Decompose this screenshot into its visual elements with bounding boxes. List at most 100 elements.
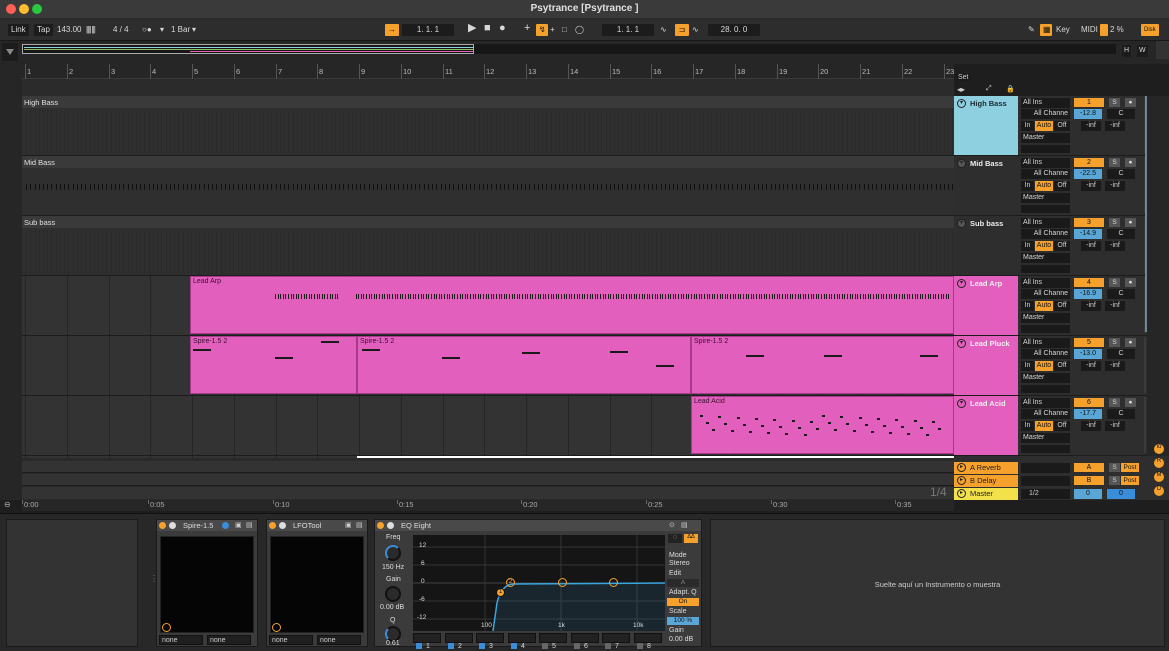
monitor-off-button[interactable]: Off bbox=[1054, 181, 1070, 191]
input-channel-select[interactable]: All Channe bbox=[1021, 289, 1070, 299]
capture-icon[interactable]: □ bbox=[562, 24, 567, 36]
input-type-select[interactable]: All Ins bbox=[1021, 398, 1070, 408]
solo-button[interactable]: S bbox=[1109, 278, 1120, 287]
input-type-select[interactable]: All Ins bbox=[1021, 338, 1070, 348]
solo-button[interactable]: S bbox=[1109, 158, 1120, 167]
fold-arrow-icon[interactable]: ▾ bbox=[957, 279, 966, 288]
clip-spire-1[interactable]: Spire-1.5 2 bbox=[190, 336, 357, 394]
monitor-auto-button[interactable]: Auto bbox=[1035, 361, 1053, 371]
scrollbar[interactable] bbox=[1156, 41, 1169, 59]
clip-lead-arp[interactable]: Lead Arp bbox=[190, 276, 954, 334]
stop-icon[interactable]: ■ bbox=[484, 22, 491, 34]
loop-brace-strip[interactable] bbox=[22, 79, 954, 96]
monitor-off-button[interactable]: Off bbox=[1054, 361, 1070, 371]
output-select[interactable]: Master bbox=[1021, 313, 1070, 323]
overview-strip[interactable] bbox=[22, 44, 1116, 54]
device-lfotool[interactable]: LFOTool ▣ ▤ none none bbox=[266, 519, 368, 647]
master-volume[interactable]: 0 bbox=[1074, 489, 1102, 499]
device-eq-eight[interactable]: EQ Eight ⊙ ▤ Freq 150 Hz Gain 0.00 dB Q … bbox=[374, 519, 702, 650]
edit-ab-toggle[interactable]: A bbox=[667, 579, 699, 587]
loop-icon[interactable]: ◯ bbox=[575, 24, 584, 36]
io-toggle-icon[interactable]: io bbox=[1154, 444, 1164, 454]
monitor-in-button[interactable]: In bbox=[1021, 301, 1034, 311]
return-output[interactable] bbox=[1021, 463, 1070, 473]
band-filter-type[interactable] bbox=[571, 633, 599, 643]
pan-field[interactable]: C bbox=[1107, 409, 1135, 419]
band-filter-type[interactable] bbox=[539, 633, 567, 643]
band-enable-toggle[interactable] bbox=[511, 643, 517, 649]
post-button[interactable]: Post bbox=[1121, 463, 1139, 472]
arrangement-view[interactable]: High Bass Mid Bass Sub bass Lead Arp Spi… bbox=[22, 96, 954, 458]
gain-knob[interactable] bbox=[385, 586, 401, 602]
link-button[interactable]: Link bbox=[8, 24, 29, 36]
draw-mode-icon[interactable]: ✎ bbox=[1028, 24, 1035, 36]
prev-locator-icon[interactable]: ◂▸ bbox=[957, 85, 965, 94]
band-enable-toggle[interactable] bbox=[448, 643, 454, 649]
fold-arrow-icon[interactable]: ▸ bbox=[957, 476, 966, 485]
track-header-lead-acid[interactable]: ▾ Lead Acid bbox=[954, 396, 1018, 456]
fold-arrow-icon[interactable]: ▸ bbox=[957, 489, 966, 498]
input-type-select[interactable]: All Ins bbox=[1021, 158, 1070, 168]
pan-field[interactable]: C bbox=[1107, 229, 1135, 239]
monitor-off-button[interactable]: Off bbox=[1054, 421, 1070, 431]
track-activator[interactable]: 2 bbox=[1074, 158, 1104, 167]
return-a[interactable]: ▸ A Reverb A S Post bbox=[954, 462, 1169, 474]
output-sub-select[interactable] bbox=[1021, 205, 1070, 213]
lane-lead-arp[interactable]: Lead Arp bbox=[22, 276, 954, 336]
output-sub-select[interactable] bbox=[1021, 385, 1070, 393]
lane-lead-acid[interactable]: Lead Acid bbox=[22, 396, 954, 456]
band-enable-toggle[interactable] bbox=[574, 643, 580, 649]
master-header[interactable]: ▸ Master bbox=[954, 488, 1018, 500]
w-zoom-button[interactable]: W bbox=[1137, 45, 1148, 57]
expand-icon[interactable]: ⤢ bbox=[986, 85, 992, 93]
fold-arrow-icon[interactable]: ▾ bbox=[957, 399, 966, 408]
clip-spire-3[interactable]: Spire-1.5 2 bbox=[691, 336, 954, 394]
solo-button[interactable]: S bbox=[1109, 98, 1120, 107]
arm-record-icon[interactable]: ● bbox=[1125, 218, 1136, 227]
arm-record-icon[interactable]: ● bbox=[1125, 398, 1136, 407]
solo-button[interactable]: S bbox=[1109, 398, 1120, 407]
band-filter-type[interactable] bbox=[476, 633, 504, 643]
lane-mid-bass[interactable]: Mid Bass bbox=[22, 156, 954, 216]
punch-out-icon[interactable]: ∿ bbox=[692, 24, 699, 36]
device-on-icon[interactable] bbox=[377, 522, 384, 529]
metronome-bars-icon[interactable]: |||| ||| bbox=[86, 24, 96, 36]
eq-point-3[interactable] bbox=[558, 578, 567, 587]
device-on-icon[interactable] bbox=[159, 522, 166, 529]
x-param-selector[interactable]: none bbox=[269, 635, 313, 645]
output-select[interactable]: Master bbox=[1021, 193, 1070, 203]
track-header-lead-pluck[interactable]: ▾ Lead Pluck bbox=[954, 336, 1018, 396]
input-channel-select[interactable]: All Channe bbox=[1021, 229, 1070, 239]
output-sub-select[interactable] bbox=[1021, 265, 1070, 273]
lock-icon[interactable]: 🔒 bbox=[1006, 85, 1015, 93]
pan-field[interactable]: C bbox=[1107, 109, 1135, 119]
track-activator[interactable]: 4 bbox=[1074, 278, 1104, 287]
input-type-select[interactable]: All Ins bbox=[1021, 278, 1070, 288]
band-filter-type[interactable] bbox=[634, 633, 662, 643]
quantize-field[interactable]: 1 Bar bbox=[171, 24, 190, 36]
output-gain-field[interactable]: 0.00 dB bbox=[669, 636, 693, 643]
solo-button[interactable]: S bbox=[1109, 476, 1120, 485]
band-enable-toggle[interactable] bbox=[479, 643, 485, 649]
track-activator[interactable]: 3 bbox=[1074, 218, 1104, 227]
return-activator[interactable]: B bbox=[1074, 476, 1104, 485]
session-record-icon[interactable]: + bbox=[550, 24, 555, 36]
lane-b-delay[interactable] bbox=[22, 474, 954, 486]
overview-toggle[interactable] bbox=[2, 43, 18, 61]
band-enable-toggle[interactable] bbox=[637, 643, 643, 649]
output-select[interactable]: Master bbox=[1021, 373, 1070, 383]
arm-record-icon[interactable]: ● bbox=[1125, 278, 1136, 287]
freq-knob[interactable] bbox=[385, 545, 401, 561]
monitor-in-button[interactable]: In bbox=[1021, 181, 1034, 191]
monitor-auto-button[interactable]: Auto bbox=[1035, 121, 1053, 131]
input-type-select[interactable]: All Ins bbox=[1021, 98, 1070, 108]
monitor-in-button[interactable]: In bbox=[1021, 241, 1034, 251]
keyboard-icon[interactable]: ▦ bbox=[1040, 24, 1052, 36]
loop-switch-icon[interactable]: ⊐ bbox=[675, 24, 689, 36]
song-position-field[interactable]: 1. 1. 1 bbox=[402, 24, 454, 36]
key-map-button[interactable]: Key bbox=[1056, 24, 1070, 36]
fold-arrow-icon[interactable]: ▾ bbox=[957, 339, 966, 348]
track-activator[interactable]: 6 bbox=[1074, 398, 1104, 407]
scale-field[interactable]: 100 % bbox=[667, 617, 699, 625]
band-filter-type[interactable] bbox=[413, 633, 441, 643]
